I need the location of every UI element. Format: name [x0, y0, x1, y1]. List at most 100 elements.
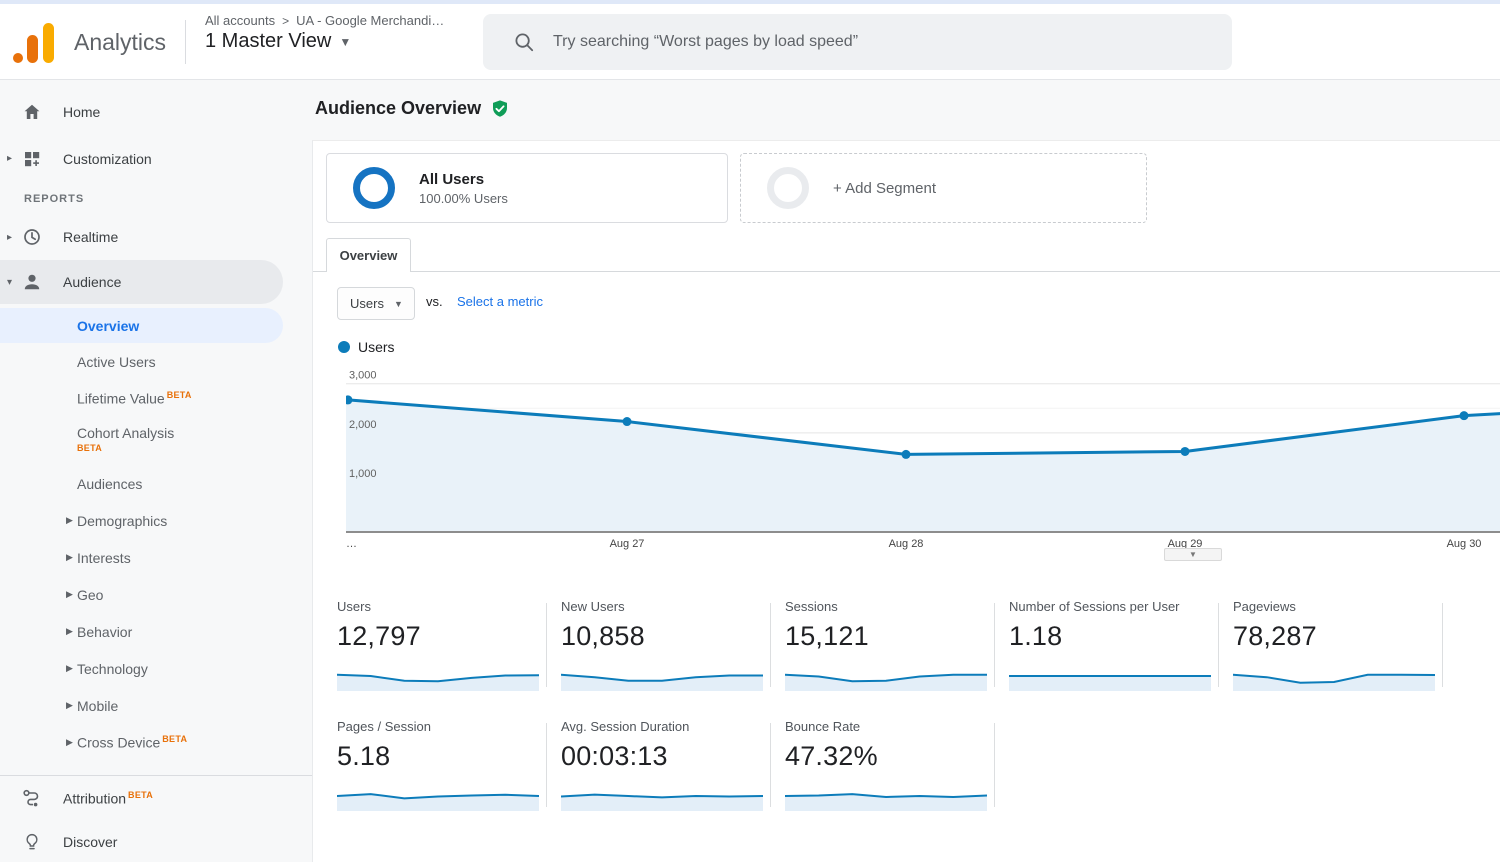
sidebar-item-audience[interactable]: ▾ Audience	[0, 260, 283, 304]
svg-text:…: …	[346, 538, 357, 550]
svg-text:Aug 27: Aug 27	[610, 538, 645, 550]
sidebar-item-label: Active Users	[77, 354, 156, 370]
beta-badge: BETA	[77, 441, 174, 456]
add-segment-label: + Add Segment	[833, 180, 936, 197]
sidebar-item-customization[interactable]: ▸ Customization	[0, 135, 312, 182]
sidebar-item-label: Behavior	[77, 624, 132, 640]
sidebar-item-label: Cross DeviceBETA	[77, 734, 187, 751]
sidebar-item-realtime[interactable]: ▸ Realtime	[0, 216, 312, 258]
chevron-down-icon: ▾	[7, 277, 12, 288]
sidebar-item-active-users[interactable]: Active Users	[0, 343, 312, 380]
segment-all-users[interactable]: All Users 100.00% Users	[326, 153, 728, 223]
analytics-logo[interactable]: Analytics	[12, 14, 166, 70]
metric-sparkline	[337, 779, 539, 811]
sidebar-item-technology[interactable]: ▶ Technology	[0, 650, 312, 687]
svg-text:2,000: 2,000	[349, 419, 377, 431]
tab-overview[interactable]: Overview	[326, 238, 411, 272]
chart-collapse-button[interactable]: ▼	[1164, 548, 1222, 561]
metric-divider	[994, 603, 995, 687]
person-icon	[22, 272, 42, 292]
sidebar-item-label: Realtime	[63, 229, 118, 245]
sidebar-item-label: Mobile	[77, 698, 118, 714]
sidebar-item-audiences[interactable]: Audiences	[0, 465, 312, 502]
add-segment-button[interactable]: + Add Segment	[740, 153, 1147, 223]
sidebar-item-lifetime-value[interactable]: Lifetime ValueBETA	[0, 380, 312, 417]
metric-divider	[1218, 603, 1219, 687]
sidebar-item-label: Geo	[77, 587, 103, 603]
page-title: Audience Overview	[315, 98, 481, 119]
chevron-right-icon: ▶	[66, 552, 73, 563]
metric-value: 1.18	[1009, 617, 1215, 655]
metric-label: Pageviews	[1233, 599, 1439, 617]
sidebar-item-mobile[interactable]: ▶ Mobile	[0, 687, 312, 724]
sidebar-item-interests[interactable]: ▶ Interests	[0, 539, 312, 576]
analytics-logo-icon	[12, 19, 58, 65]
select-a-metric-link[interactable]: Select a metric	[457, 294, 543, 309]
sidebar-item-geo[interactable]: ▶ Geo	[0, 576, 312, 613]
segment-detail: 100.00% Users	[419, 191, 508, 206]
metric-value: 15,121	[785, 617, 991, 655]
metric-label: New Users	[561, 599, 767, 617]
sidebar-item-label: AttributionBETA	[63, 790, 153, 807]
metric-value: 47.32%	[785, 737, 991, 775]
search-icon	[513, 31, 535, 53]
metric-sparkline	[785, 659, 987, 691]
sidebar-item-overview[interactable]: Overview	[0, 308, 283, 343]
sidebar-item-discover[interactable]: Discover	[0, 820, 312, 862]
sidebar-item-label: Home	[63, 104, 100, 120]
segment-ring-icon	[767, 167, 809, 209]
sidebar-item-behavior[interactable]: ▶ Behavior	[0, 613, 312, 650]
metric-sparkline	[561, 659, 763, 691]
chevron-right-icon: ▶	[66, 700, 73, 711]
metric-sparkline	[561, 779, 763, 811]
metric-card-bounce-rate: Bounce Rate 47.32%	[785, 719, 991, 811]
sidebar-item-demographics[interactable]: ▶ Demographics	[0, 502, 312, 539]
sidebar-item-label: Discover	[63, 834, 117, 850]
sidebar-item-cross-device[interactable]: ▶ Cross DeviceBETA	[0, 724, 312, 761]
search-input[interactable]	[553, 33, 1193, 51]
metric-label: Users	[337, 599, 543, 617]
metric-divider	[994, 723, 995, 807]
svg-text:Aug 30: Aug 30	[1447, 538, 1482, 550]
chevron-right-icon: ▶	[66, 626, 73, 637]
sidebar-item-label: Cohort Analysis BETA	[77, 426, 174, 456]
chevron-right-icon: ▶	[66, 589, 73, 600]
sidebar-bottom-section: AttributionBETA Discover	[0, 775, 312, 862]
metric-divider	[546, 723, 547, 807]
sidebar-item-label: Overview	[77, 318, 139, 334]
chevron-right-icon: ▸	[7, 232, 12, 243]
metric-label: Number of Sessions per User	[1009, 599, 1215, 617]
sidebar-item-cohort-analysis[interactable]: Cohort Analysis BETA	[0, 417, 312, 465]
metric-card-users: Users 12,797	[337, 599, 543, 691]
svg-text:Aug 28: Aug 28	[889, 538, 924, 550]
metric-card-pages-per-session: Pages / Session 5.18	[337, 719, 543, 811]
metric-divider	[1442, 603, 1443, 687]
chevron-right-icon: ▸	[7, 153, 12, 164]
metric-select-dropdown[interactable]: Users ▼	[337, 287, 415, 320]
users-over-time-chart[interactable]: 1,0002,0003,000…Aug 27Aug 28Aug 29Aug 30	[346, 369, 1500, 554]
breadcrumb-all-accounts[interactable]: All accounts	[205, 13, 275, 28]
attribution-icon	[22, 788, 42, 808]
breadcrumb-account[interactable]: UA - Google Merchandi…	[296, 13, 444, 28]
sidebar-item-attribution[interactable]: AttributionBETA	[0, 776, 312, 820]
home-icon	[22, 102, 42, 122]
view-name: 1 Master View	[205, 30, 331, 53]
metric-card-sessions: Sessions 15,121	[785, 599, 991, 691]
topbar-divider	[185, 20, 186, 64]
segment-ring-icon	[353, 167, 395, 209]
metric-row-2: Pages / Session 5.18 Avg. Session Durati…	[313, 719, 1500, 811]
sidebar-item-home[interactable]: Home	[0, 88, 312, 135]
svg-text:1,000: 1,000	[349, 468, 377, 480]
metric-card-sessions-per-user: Number of Sessions per User 1.18	[1009, 599, 1215, 691]
metric-card-new-users: New Users 10,858	[561, 599, 767, 691]
shield-check-icon	[490, 99, 510, 119]
metric-label: Sessions	[785, 599, 991, 617]
product-name: Analytics	[74, 29, 166, 56]
metric-card-pageviews: Pageviews 78,287	[1233, 599, 1439, 691]
view-selector[interactable]: 1 Master View ▼	[205, 30, 444, 53]
search-box[interactable]	[483, 14, 1232, 70]
svg-text:3,000: 3,000	[349, 370, 377, 382]
report-panel: All Users 100.00% Users + Add Segment Ov…	[312, 140, 1500, 862]
beta-badge: BETA	[167, 390, 192, 400]
beta-badge: BETA	[162, 734, 187, 744]
